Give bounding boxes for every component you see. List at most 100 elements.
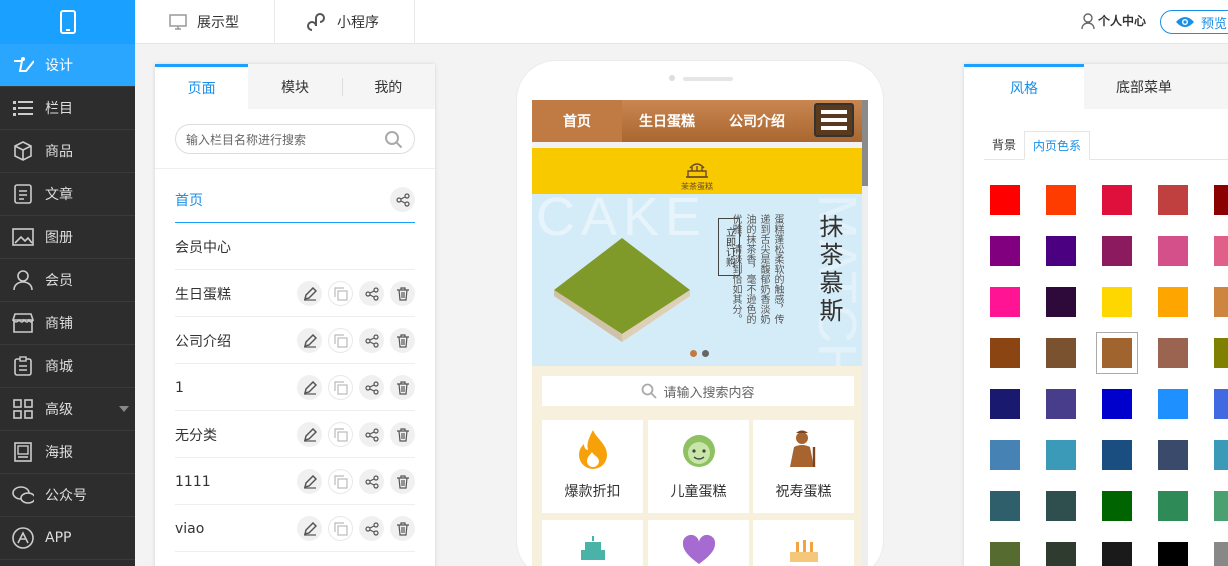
- share-icon[interactable]: [359, 281, 384, 306]
- share-icon[interactable]: [390, 187, 415, 212]
- sidebar-item-app[interactable]: APP: [0, 517, 135, 560]
- category-hot-deals[interactable]: 爆款折扣: [542, 420, 643, 513]
- color-swatch[interactable]: [1102, 491, 1132, 521]
- color-swatch[interactable]: [1046, 440, 1076, 470]
- color-swatch[interactable]: [1214, 287, 1228, 317]
- site-nav-birthday-cake[interactable]: 生日蛋糕: [622, 100, 712, 142]
- color-swatch[interactable]: [1102, 185, 1132, 215]
- copy-icon[interactable]: [328, 469, 353, 494]
- copy-icon[interactable]: [328, 328, 353, 353]
- color-swatch[interactable]: [1046, 185, 1076, 215]
- trash-icon[interactable]: [390, 328, 415, 353]
- share-icon[interactable]: [359, 516, 384, 541]
- sidebar-item-columns[interactable]: 栏目: [0, 87, 135, 130]
- column-search-input[interactable]: 输入栏目名称进行搜索: [175, 124, 415, 154]
- sidebar-item-albums[interactable]: 图册: [0, 216, 135, 259]
- color-swatch[interactable]: [990, 491, 1020, 521]
- hero-banner[interactable]: CAKE MATCHA 立即订购 蛋糕蓬松柔软的触感，传递到舌尖是馥郁奶香淡奶油…: [532, 194, 862, 366]
- site-search-input[interactable]: 请输入搜索内容: [542, 376, 854, 406]
- page-list-item[interactable]: 无分类: [175, 412, 415, 458]
- edit-icon[interactable]: [297, 469, 322, 494]
- page-list-item[interactable]: 公司介绍: [175, 318, 415, 364]
- tab-miniprogram[interactable]: 小程序: [275, 0, 415, 44]
- share-icon[interactable]: [359, 328, 384, 353]
- page-list-item[interactable]: viao: [175, 506, 415, 552]
- color-swatch[interactable]: [1158, 338, 1188, 368]
- color-swatch[interactable]: [990, 440, 1020, 470]
- copy-icon[interactable]: [328, 281, 353, 306]
- color-swatch[interactable]: [990, 185, 1020, 215]
- sidebar-item-advanced[interactable]: 高级: [0, 388, 135, 431]
- color-swatch[interactable]: [1214, 185, 1228, 215]
- color-swatch[interactable]: [990, 338, 1020, 368]
- color-swatch[interactable]: [990, 236, 1020, 266]
- sidebar-item-products[interactable]: 商品: [0, 130, 135, 173]
- subtab-color-scheme[interactable]: 内页色系: [1024, 131, 1091, 160]
- copy-icon[interactable]: [328, 375, 353, 400]
- edit-icon[interactable]: [297, 422, 322, 447]
- share-icon[interactable]: [359, 375, 384, 400]
- sidebar-item-articles[interactable]: 文章: [0, 173, 135, 216]
- phone-scrollbar-thumb[interactable]: [862, 100, 868, 186]
- page-list-item[interactable]: 会员中心: [175, 224, 415, 270]
- color-swatch[interactable]: [1158, 542, 1188, 566]
- menu-icon[interactable]: [814, 103, 854, 137]
- color-swatch[interactable]: [990, 542, 1020, 566]
- color-swatch[interactable]: [1102, 287, 1132, 317]
- color-swatch[interactable]: [1102, 542, 1132, 566]
- tab-style[interactable]: 风格: [964, 64, 1084, 109]
- sidebar-item-mall[interactable]: 商城: [0, 345, 135, 388]
- trash-icon[interactable]: [390, 375, 415, 400]
- user-center-link[interactable]: 个人中心: [1081, 12, 1146, 29]
- share-icon[interactable]: [359, 422, 384, 447]
- color-swatch[interactable]: [1214, 440, 1228, 470]
- color-swatch[interactable]: [1046, 287, 1076, 317]
- color-swatch[interactable]: [990, 389, 1020, 419]
- mobile-device-icon[interactable]: [0, 0, 135, 44]
- category-kids-cake[interactable]: 儿童蛋糕: [648, 420, 749, 513]
- color-swatch[interactable]: [1214, 389, 1228, 419]
- page-list-item[interactable]: 1: [175, 365, 415, 411]
- color-swatch[interactable]: [1214, 491, 1228, 521]
- page-list-item[interactable]: 生日蛋糕: [175, 271, 415, 317]
- edit-icon[interactable]: [297, 328, 322, 353]
- sidebar-item-members[interactable]: 会员: [0, 259, 135, 302]
- search-icon[interactable]: [384, 130, 404, 153]
- color-swatch[interactable]: [1158, 236, 1188, 266]
- tab-bottom-menu[interactable]: 底部菜单: [1084, 64, 1204, 109]
- color-swatch[interactable]: [1096, 332, 1138, 374]
- copy-icon[interactable]: [328, 422, 353, 447]
- edit-icon[interactable]: [297, 375, 322, 400]
- page-list-item[interactable]: 首页: [175, 177, 415, 223]
- trash-icon[interactable]: [390, 469, 415, 494]
- category-tile[interactable]: [753, 520, 854, 566]
- color-swatch[interactable]: [1214, 338, 1228, 368]
- color-swatch[interactable]: [1214, 236, 1228, 266]
- preview-button[interactable]: 预览: [1160, 10, 1228, 34]
- color-swatch[interactable]: [1102, 389, 1132, 419]
- color-swatch[interactable]: [1158, 185, 1188, 215]
- color-swatch[interactable]: [1046, 542, 1076, 566]
- color-swatch[interactable]: [1046, 338, 1076, 368]
- page-list-item[interactable]: 1111: [175, 459, 415, 505]
- color-swatch[interactable]: [990, 287, 1020, 317]
- category-tile[interactable]: [648, 520, 749, 566]
- tab-modules[interactable]: 模块: [248, 64, 341, 109]
- tab-display[interactable]: 展示型: [135, 0, 275, 44]
- color-swatch[interactable]: [1158, 491, 1188, 521]
- sidebar-item-wechat[interactable]: 公众号: [0, 474, 135, 517]
- color-swatch[interactable]: [1046, 389, 1076, 419]
- tab-mine[interactable]: 我的: [341, 64, 435, 109]
- color-swatch[interactable]: [1158, 287, 1188, 317]
- color-swatch[interactable]: [1214, 542, 1228, 566]
- edit-icon[interactable]: [297, 516, 322, 541]
- tab-pages[interactable]: 页面: [155, 64, 249, 109]
- sidebar-item-posters[interactable]: 海报: [0, 431, 135, 474]
- sidebar-item-shops[interactable]: 商铺: [0, 302, 135, 345]
- subtab-background[interactable]: 背景: [984, 131, 1024, 159]
- category-tile[interactable]: [542, 520, 643, 566]
- share-icon[interactable]: [359, 469, 384, 494]
- color-swatch[interactable]: [1046, 236, 1076, 266]
- carousel-dot-active[interactable]: [690, 350, 697, 357]
- category-longevity-cake[interactable]: 祝寿蛋糕: [753, 420, 854, 513]
